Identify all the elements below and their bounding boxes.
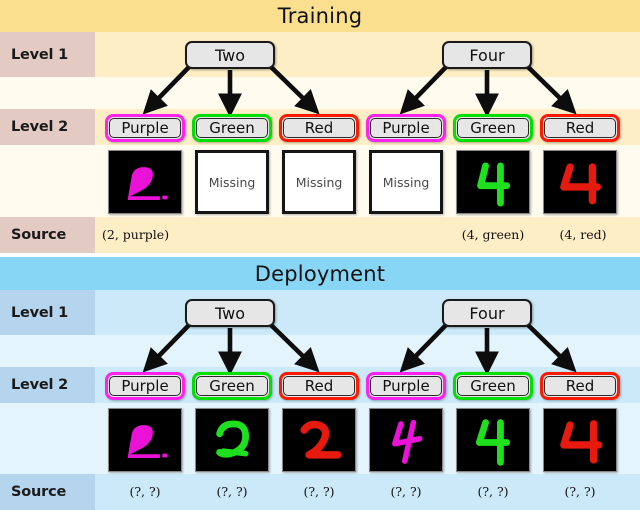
level2-node-green-two-label: Green bbox=[209, 377, 255, 395]
digit-tile-2-green bbox=[195, 408, 269, 472]
level2-node-green-two-label: Green bbox=[209, 119, 255, 137]
digit-tile-4-green bbox=[456, 150, 530, 214]
source-value: (?, ?) bbox=[216, 484, 248, 499]
source-text-3: (?, ?) bbox=[276, 484, 362, 499]
digit-tile-4-green bbox=[456, 408, 530, 472]
missing-label: Missing bbox=[382, 174, 430, 190]
digit-glyph-4-purple bbox=[392, 419, 423, 464]
source-value: (2, purple) bbox=[102, 227, 170, 242]
level2-node-red-two-label: Red bbox=[304, 377, 334, 395]
source-value: (4, green) bbox=[461, 227, 525, 242]
level2-node-purple-four-label: Purple bbox=[382, 119, 430, 137]
level1-node-four[interactable]: Four bbox=[442, 299, 532, 327]
digit-glyph-4-green bbox=[477, 162, 511, 207]
level2-node-purple-four[interactable]: Purple bbox=[366, 114, 446, 142]
level2-node-green-two[interactable]: Green bbox=[192, 372, 272, 400]
level1-node-four[interactable]: Four bbox=[442, 41, 532, 69]
level1-node-two-label: Two bbox=[215, 45, 245, 65]
level2-node-purple-four[interactable]: Purple bbox=[366, 372, 446, 400]
missing-tile-green-two: Missing bbox=[195, 150, 269, 214]
source-value: (4, red) bbox=[559, 227, 607, 242]
level1-node-two[interactable]: Two bbox=[185, 41, 275, 69]
row-label-source: Source bbox=[0, 217, 95, 253]
row-label-level1-text: Level 1 bbox=[11, 46, 69, 63]
digit-tile-2-red bbox=[282, 408, 356, 472]
row-label-source: Source bbox=[0, 474, 95, 510]
level2-node-purple-two[interactable]: Purple bbox=[105, 372, 185, 400]
digit-glyph-4-red bbox=[560, 163, 602, 205]
panel-deployment: Level 1 Level 2 Source Deployment Two Fo… bbox=[0, 257, 640, 510]
level2-node-green-four-label: Green bbox=[470, 377, 516, 395]
figure-root: Level 1 Level 2 Source Training Two Four… bbox=[0, 0, 640, 510]
row-label-source-text: Source bbox=[11, 227, 67, 243]
level2-node-red-four[interactable]: Red bbox=[540, 114, 620, 142]
level2-node-red-two-label: Red bbox=[304, 119, 334, 137]
level2-node-green-four[interactable]: Green bbox=[453, 372, 533, 400]
deployment-level1-band bbox=[0, 290, 640, 335]
source-value: (?, ?) bbox=[303, 484, 335, 499]
source-text-5: (4, green) bbox=[446, 227, 540, 242]
panel-title-training: Training bbox=[0, 0, 640, 32]
missing-tile-red-two: Missing bbox=[282, 150, 356, 214]
level2-node-purple-two-label: Purple bbox=[121, 119, 169, 137]
row-label-level1-text: Level 1 bbox=[11, 304, 69, 321]
digit-tile-4-red bbox=[543, 408, 617, 472]
level2-node-green-two[interactable]: Green bbox=[192, 114, 272, 142]
digit-tile-4-red bbox=[543, 150, 617, 214]
level1-node-four-label: Four bbox=[469, 303, 505, 323]
source-text-6: (4, red) bbox=[540, 227, 626, 242]
level2-node-green-four-label: Green bbox=[470, 119, 516, 137]
training-level1-band bbox=[0, 32, 640, 77]
level2-node-purple-two[interactable]: Purple bbox=[105, 114, 185, 142]
missing-tile-purple-four: Missing bbox=[369, 150, 443, 214]
panel-title-deployment-text: Deployment bbox=[254, 261, 386, 286]
source-text-1: (?, ?) bbox=[102, 484, 188, 499]
source-text-2: (?, ?) bbox=[189, 484, 275, 499]
level2-node-red-four-label: Red bbox=[565, 377, 595, 395]
row-label-source-text: Source bbox=[11, 484, 67, 500]
training-gap-band bbox=[0, 77, 640, 109]
digit-glyph-4-green bbox=[475, 419, 511, 466]
row-label-level2: Level 2 bbox=[0, 109, 95, 145]
panel-title-training-text: Training bbox=[277, 4, 363, 28]
level2-node-red-two[interactable]: Red bbox=[279, 372, 359, 400]
level2-node-green-four[interactable]: Green bbox=[453, 114, 533, 142]
level2-node-red-two[interactable]: Red bbox=[279, 114, 359, 142]
digit-tile-2-purple bbox=[108, 408, 182, 472]
digit-glyph-2-purple bbox=[127, 425, 168, 458]
source-text-6: (?, ?) bbox=[537, 484, 623, 499]
missing-label: Missing bbox=[295, 174, 343, 190]
level1-node-four-label: Four bbox=[469, 45, 505, 65]
digit-tile-2-purple bbox=[108, 150, 182, 214]
source-value: (?, ?) bbox=[390, 484, 422, 499]
panel-training: Level 1 Level 2 Source Training Two Four… bbox=[0, 0, 640, 253]
source-value: (?, ?) bbox=[477, 484, 509, 499]
level2-node-purple-two-label: Purple bbox=[121, 377, 169, 395]
level1-node-two[interactable]: Two bbox=[185, 299, 275, 327]
digit-glyph-2-red bbox=[300, 420, 342, 459]
digit-glyph-4-red bbox=[560, 420, 603, 464]
row-label-level2-text: Level 2 bbox=[11, 119, 69, 135]
row-label-level1: Level 1 bbox=[0, 290, 95, 335]
row-label-level2: Level 2 bbox=[0, 367, 95, 403]
level2-node-red-four-label: Red bbox=[565, 119, 595, 137]
digit-glyph-2-green bbox=[216, 420, 250, 458]
source-value: (?, ?) bbox=[564, 484, 596, 499]
level2-node-red-four[interactable]: Red bbox=[540, 372, 620, 400]
digit-glyph-2-purple bbox=[127, 167, 168, 200]
source-value: (?, ?) bbox=[129, 484, 161, 499]
deployment-gap-band bbox=[0, 335, 640, 367]
source-text-1: (2, purple) bbox=[102, 227, 212, 242]
level1-node-two-label: Two bbox=[215, 303, 245, 323]
missing-label: Missing bbox=[208, 174, 256, 190]
source-text-4: (?, ?) bbox=[363, 484, 449, 499]
row-label-level1: Level 1 bbox=[0, 32, 95, 77]
digit-tile-4-purple bbox=[369, 408, 443, 472]
level2-node-purple-four-label: Purple bbox=[382, 377, 430, 395]
source-text-5: (?, ?) bbox=[450, 484, 536, 499]
panel-title-deployment: Deployment bbox=[0, 257, 640, 290]
row-label-level2-text: Level 2 bbox=[11, 377, 69, 393]
